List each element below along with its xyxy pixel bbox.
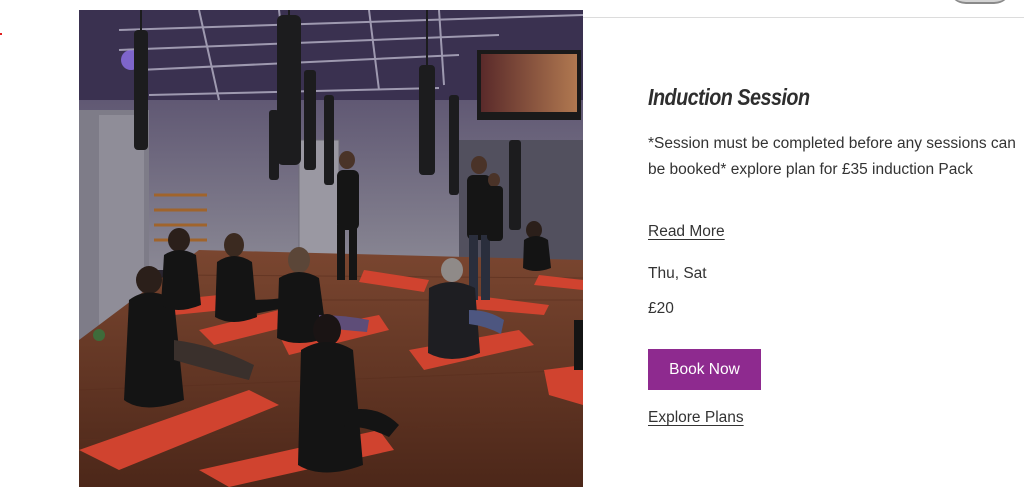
session-card: Induction Session *Session must be compl… xyxy=(583,18,1024,493)
page: Induction Session *Session must be compl… xyxy=(0,0,1024,493)
session-description: *Session must be completed before any se… xyxy=(648,135,1016,178)
header-partial-shape xyxy=(948,0,1012,4)
book-now-button[interactable]: Book Now xyxy=(648,349,761,390)
edge-marker xyxy=(0,33,2,35)
session-title: Induction Session xyxy=(648,84,810,110)
session-price: £20 xyxy=(648,300,674,317)
read-more-link[interactable]: Read More xyxy=(648,223,725,241)
class-photo xyxy=(79,10,583,487)
explore-plans-link[interactable]: Explore Plans xyxy=(648,409,744,427)
session-days: Thu, Sat xyxy=(648,265,707,282)
class-photo-illustration xyxy=(79,10,583,487)
